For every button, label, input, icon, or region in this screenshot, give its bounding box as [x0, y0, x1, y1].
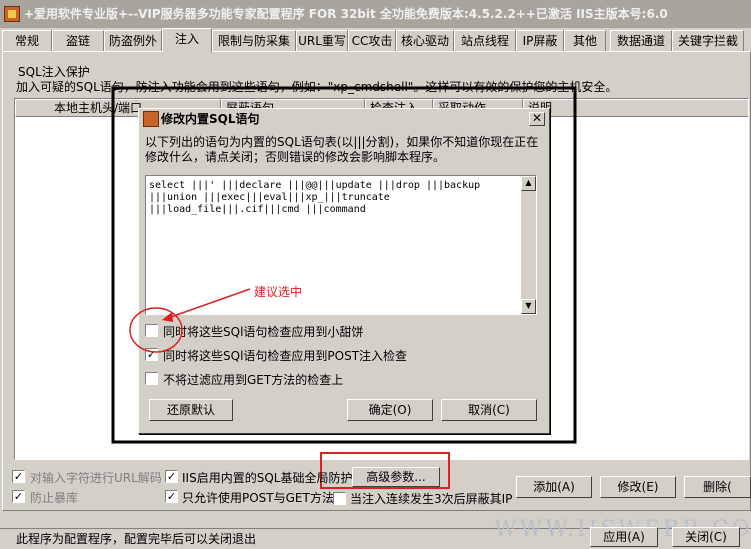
apply-button[interactable]: 应用(A): [590, 527, 658, 547]
modify-button[interactable]: 修改(E): [600, 476, 676, 498]
annotation-arrow-head: [162, 312, 173, 322]
checkbox-url-decode-label: 对输入字符进行URL解码: [30, 471, 162, 485]
tab-injection[interactable]: 注入: [162, 28, 212, 53]
close-button[interactable]: 关闭(C): [672, 527, 740, 547]
add-button[interactable]: 添加(A): [516, 476, 592, 498]
checkbox-block-ip-label: 当注入连续发生3次后屏蔽其IP: [350, 492, 513, 506]
annotation-ellipse: [129, 307, 183, 353]
annotation-arrow-line: [167, 288, 251, 319]
annotation-marks: [129, 288, 251, 353]
checkbox-iis-sql-label: IIS启用内置的SQL基础全局防护: [182, 471, 353, 485]
advanced-params-button[interactable]: 高级参数...: [352, 467, 440, 487]
checkbox-post-get[interactable]: ✓: [165, 490, 178, 503]
checkbox-iis-sql[interactable]: ✓: [165, 470, 178, 483]
delete-button[interactable]: 删除(: [684, 476, 751, 498]
checkbox-post-get-label: 只允许使用POST与GET方法: [182, 491, 334, 505]
annotation-text: 建议选中: [254, 285, 303, 299]
checkbox-prevent-crash-label: 防止暴库: [30, 491, 79, 505]
checkbox-url-decode[interactable]: ✓: [12, 470, 25, 483]
checkbox-block-ip[interactable]: [333, 492, 346, 505]
checkbox-prevent-crash[interactable]: ✓: [12, 490, 25, 503]
